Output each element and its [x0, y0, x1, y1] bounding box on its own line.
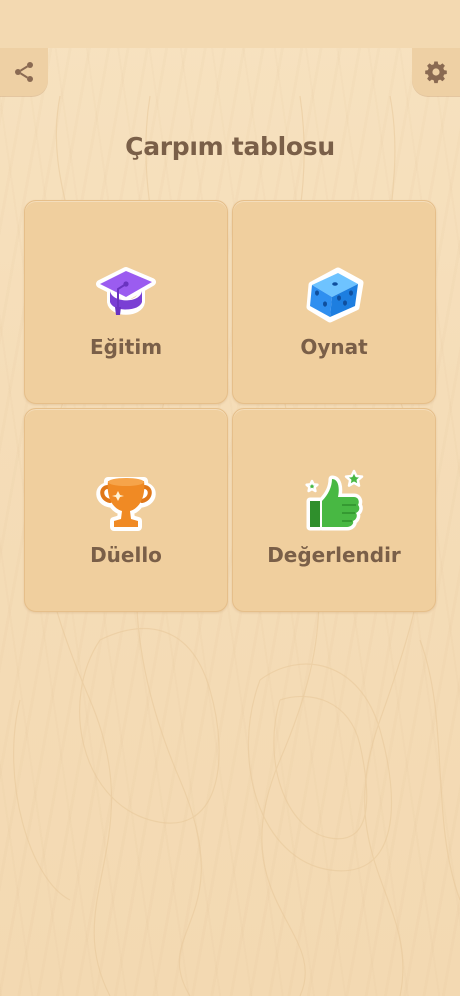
menu-grid: Eğitim Oynat Düello Değerlendir — [24, 200, 436, 612]
status-bar-area — [0, 0, 460, 48]
tile-label: Değerlendir — [267, 543, 401, 567]
share-icon — [15, 62, 33, 82]
settings-button[interactable] — [412, 48, 460, 96]
menu-tile-play[interactable]: Oynat — [232, 200, 436, 404]
page-title: Çarpım tablosu — [125, 132, 335, 161]
gear-icon — [425, 61, 447, 84]
trophy-icon — [96, 477, 156, 531]
menu-tile-duel[interactable]: Düello — [24, 408, 228, 612]
dice-icon — [306, 267, 364, 323]
tile-label: Oynat — [300, 335, 368, 359]
graduation-cap-icon — [96, 267, 156, 315]
menu-tile-training[interactable]: Eğitim — [24, 200, 228, 404]
thumbs-up-icon — [305, 469, 364, 531]
share-button[interactable] — [0, 48, 48, 96]
tile-label: Eğitim — [89, 335, 163, 359]
menu-tile-rate[interactable]: Değerlendir — [232, 408, 436, 612]
tile-label: Düello — [90, 543, 162, 567]
